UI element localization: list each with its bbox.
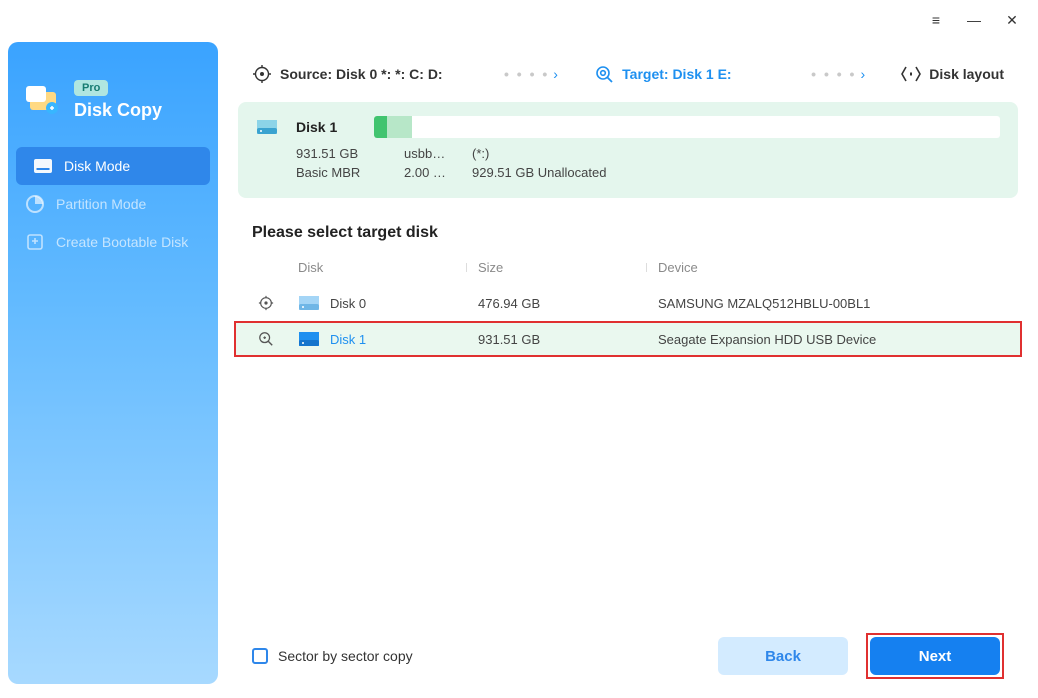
source-icon xyxy=(252,64,272,84)
cell-device: Seagate Expansion HDD USB Device xyxy=(652,332,1004,347)
sector-by-sector-checkbox[interactable]: Sector by sector copy xyxy=(252,648,413,664)
sidebar-item-partition-mode[interactable]: Partition Mode xyxy=(8,185,218,223)
app-icon xyxy=(26,86,62,116)
step-separator: • • • •› xyxy=(811,66,867,82)
cell-size: 931.51 GB xyxy=(472,332,652,347)
checkbox-label: Sector by sector copy xyxy=(278,648,413,664)
pro-badge: Pro xyxy=(74,80,108,96)
disk-mode-icon xyxy=(34,157,52,175)
checkbox-icon xyxy=(252,648,268,664)
disk-card-scheme: Basic MBR xyxy=(296,165,386,180)
usage-bar xyxy=(374,116,1000,138)
step-layout-label: Disk layout xyxy=(929,66,1004,82)
step-source[interactable]: Source: Disk 0 *: *: C: D: xyxy=(252,64,443,84)
sidebar-item-disk-mode[interactable]: Disk Mode xyxy=(16,147,210,185)
th-size: Size xyxy=(472,260,652,275)
back-button[interactable]: Back xyxy=(718,637,848,675)
menu-icon[interactable]: ≡ xyxy=(928,12,944,28)
disk-icon xyxy=(256,119,278,135)
partition-mode-icon xyxy=(26,195,44,213)
step-source-label: Source: Disk 0 *: *: C: D: xyxy=(280,66,443,82)
cell-disk: Disk 1 xyxy=(292,331,472,347)
main-content: Source: Disk 0 *: *: C: D: • • • •› Targ… xyxy=(234,58,1022,688)
cell-disk: Disk 0 xyxy=(292,295,472,311)
step-target[interactable]: Target: Disk 1 E: xyxy=(594,64,731,84)
brand: Pro Disk Copy xyxy=(8,70,218,147)
disk-icon xyxy=(298,331,320,347)
sidebar-item-create-bootable[interactable]: Create Bootable Disk xyxy=(8,223,218,261)
section-title: Please select target disk xyxy=(234,216,1022,246)
table-row[interactable]: Disk 0 476.94 GB SAMSUNG MZALQ512HBLU-00… xyxy=(234,285,1022,321)
disk-card-seg2-size: 929.51 GB Unallocated xyxy=(472,165,606,180)
step-target-label: Target: Disk 1 E: xyxy=(622,66,731,82)
app-title: Disk Copy xyxy=(74,100,162,121)
th-device: Device xyxy=(652,260,1004,275)
sidebar-item-label: Disk Mode xyxy=(64,158,130,174)
cell-size: 476.94 GB xyxy=(472,296,652,311)
disk-card-seg2-label: (*:) xyxy=(472,146,489,161)
disk-card-seg1-label: usbb… xyxy=(404,146,454,161)
disk-table: Disk Size Device Disk 0 476.94 GB SAMSUN… xyxy=(234,250,1022,357)
source-marker-icon xyxy=(252,295,292,311)
disk-card-size: 931.51 GB xyxy=(296,146,386,161)
sidebar-item-label: Create Bootable Disk xyxy=(56,234,188,250)
disk-icon xyxy=(298,295,320,311)
next-button[interactable]: Next xyxy=(870,637,1000,675)
target-disk-card: Disk 1 931.51 GB usbb… (*:) Basic MBR 2.… xyxy=(238,102,1018,198)
target-marker-icon xyxy=(252,331,292,347)
minimize-icon[interactable]: — xyxy=(966,12,982,28)
th-disk: Disk xyxy=(292,260,472,275)
table-header: Disk Size Device xyxy=(234,250,1022,285)
target-icon xyxy=(594,64,614,84)
usage-seg-1 xyxy=(374,116,387,138)
bootable-disk-icon xyxy=(26,233,44,251)
disk-card-seg1-size: 2.00 … xyxy=(404,165,454,180)
cell-device: SAMSUNG MZALQ512HBLU-00BL1 xyxy=(652,296,1004,311)
step-layout[interactable]: Disk layout xyxy=(901,64,1004,84)
sidebar: Pro Disk Copy Disk Mode Partition Mode C… xyxy=(8,42,218,684)
footer: Sector by sector copy Back Next xyxy=(234,624,1022,688)
layout-icon xyxy=(901,64,921,84)
table-row[interactable]: Disk 1 931.51 GB Seagate Expansion HDD U… xyxy=(234,321,1022,357)
disk-card-name: Disk 1 xyxy=(296,119,356,135)
close-icon[interactable]: ✕ xyxy=(1004,12,1020,28)
step-separator: • • • •› xyxy=(504,66,560,82)
usage-seg-2 xyxy=(387,116,412,138)
sidebar-item-label: Partition Mode xyxy=(56,196,146,212)
stepper: Source: Disk 0 *: *: C: D: • • • •› Targ… xyxy=(234,58,1022,102)
